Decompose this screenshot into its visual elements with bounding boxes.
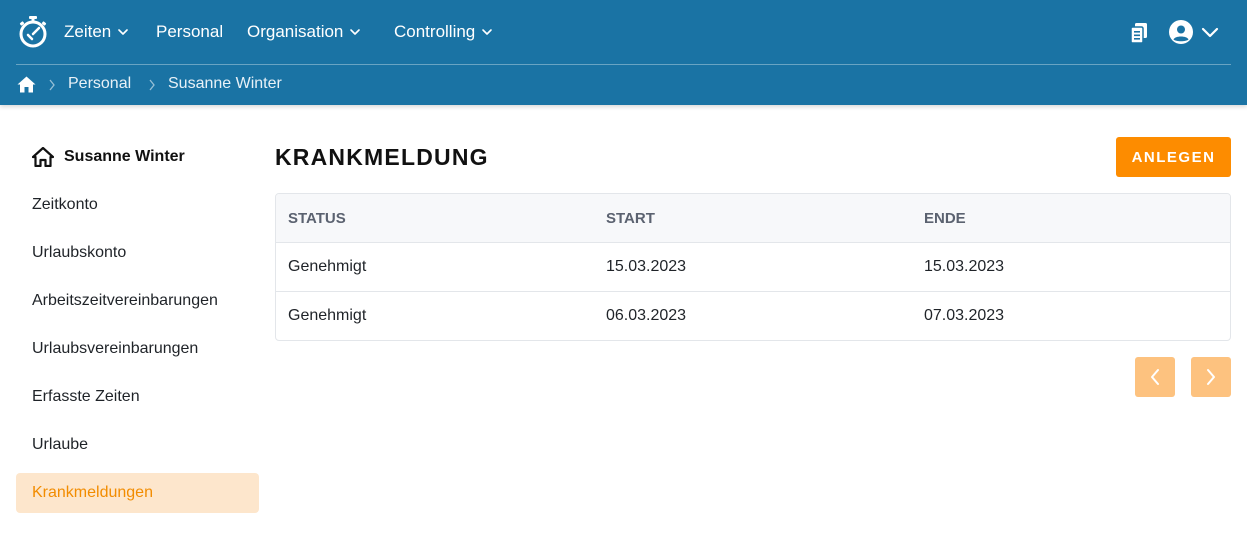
chevron-right-icon — [49, 79, 55, 91]
top-navigation: Zeiten Personal Organisation Controlling — [0, 0, 1247, 64]
table-row[interactable]: Genehmigt 15.03.2023 15.03.2023 — [276, 243, 1230, 292]
cell-start: 06.03.2023 — [606, 307, 687, 324]
column-header-status[interactable]: STATUS — [276, 210, 594, 227]
sidebar-item-label: Erfasste Zeiten — [32, 388, 140, 405]
sidebar-item-label: Krankmeldungen — [32, 484, 153, 501]
table-header: STATUS START ENDE — [276, 194, 1230, 243]
sick-leave-table: STATUS START ENDE Genehmigt 15.03.2023 1… — [275, 193, 1231, 341]
breadcrumb: Personal Susanne Winter — [0, 66, 1247, 104]
table-row[interactable]: Genehmigt 06.03.2023 07.03.2023 — [276, 292, 1230, 340]
sidebar-item-arbeitszeitvereinbarungen[interactable]: Arbeitszeitvereinbarungen — [16, 281, 259, 321]
sidebar-item-urlaube[interactable]: Urlaube — [16, 425, 259, 465]
nav-item-label: Zeiten — [64, 22, 112, 41]
nav-item-zeiten[interactable]: Zeiten — [64, 20, 129, 44]
column-header-ende[interactable]: ENDE — [912, 210, 1230, 227]
next-page-button[interactable] — [1191, 357, 1231, 397]
nav-item-label: Personal — [156, 22, 224, 41]
chevron-right-icon — [1207, 369, 1215, 385]
chevron-down-icon — [118, 29, 129, 35]
column-header-start[interactable]: START — [594, 210, 912, 227]
nav-item-organisation[interactable]: Organisation — [247, 20, 361, 44]
nav-item-controlling[interactable]: Controlling — [394, 20, 493, 44]
sidebar-item-label: Arbeitszeitvereinbarungen — [32, 292, 218, 309]
nav-item-personal[interactable]: Personal — [156, 20, 223, 44]
sidebar-item-zeitkonto[interactable]: Zeitkonto — [16, 185, 259, 225]
header-divider — [16, 64, 1231, 65]
breadcrumb-item-current: Susanne Winter — [168, 75, 282, 92]
chevron-down-icon[interactable] — [1201, 25, 1219, 39]
home-icon[interactable] — [17, 76, 36, 93]
sidebar-item-krankmeldungen[interactable]: Krankmeldungen — [16, 473, 259, 513]
add-button[interactable]: ANLEGEN — [1116, 137, 1231, 177]
previous-page-button[interactable] — [1135, 357, 1175, 397]
chevron-down-icon — [350, 29, 361, 35]
home-icon — [32, 147, 54, 167]
chevron-down-icon — [482, 29, 493, 35]
cell-ende: 07.03.2023 — [924, 307, 1005, 324]
cell-ende: 15.03.2023 — [924, 258, 1005, 275]
chevron-left-icon — [1151, 369, 1159, 385]
page-title: KRANKMELDUNG — [275, 144, 489, 170]
user-avatar-icon[interactable] — [1169, 20, 1193, 44]
cell-start: 15.03.2023 — [606, 258, 687, 275]
sidebar-item-erfasste-zeiten[interactable]: Erfasste Zeiten — [16, 377, 259, 417]
cell-status: Genehmigt — [288, 307, 367, 324]
cell-status: Genehmigt — [288, 258, 367, 275]
sidebar-title-label: Susanne Winter — [64, 148, 185, 165]
sidebar-item-label: Urlaubskonto — [32, 244, 127, 261]
sidebar-item-label: Urlaubsvereinbarungen — [32, 340, 199, 357]
sidebar-title[interactable]: Susanne Winter — [32, 145, 185, 169]
sidebar-item-label: Urlaube — [32, 436, 89, 453]
sidebar-item-label: Zeitkonto — [32, 196, 98, 213]
breadcrumb-item-personal[interactable]: Personal — [68, 75, 131, 93]
app-header: Zeiten Personal Organisation Controlling — [0, 0, 1247, 105]
chevron-right-icon — [149, 79, 155, 91]
clipboard-icon[interactable] — [1129, 22, 1149, 44]
sidebar-item-urlaubskonto[interactable]: Urlaubskonto — [16, 233, 259, 273]
nav-item-label: Organisation — [247, 22, 344, 41]
stopwatch-logo-icon[interactable] — [18, 16, 48, 48]
nav-item-label: Controlling — [394, 22, 476, 41]
sidebar-item-urlaubsvereinbarungen[interactable]: Urlaubsvereinbarungen — [16, 329, 259, 369]
